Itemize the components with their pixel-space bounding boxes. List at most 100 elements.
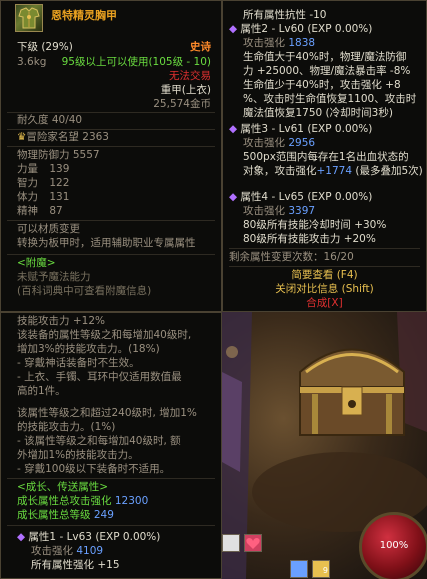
attr1-header-row: ◆ 属性1 - Lv63 (EXP 0.00%): [17, 531, 160, 544]
armor-icon: [15, 4, 43, 32]
stat-row: 精神 87: [17, 205, 63, 218]
item-durability: 耐久度 40/40: [17, 114, 83, 126]
attr3-atk-label: 攻击强化: [243, 137, 285, 149]
stat-label: 智力: [17, 177, 38, 189]
skill-slot-icon[interactable]: [290, 560, 308, 578]
attr3-desc-tail: (最多叠加5次): [355, 165, 423, 177]
attr1-atk: 攻击强化 4109: [31, 545, 103, 558]
item-tooltip-skill: 技能攻击力 +12% 该装备的属性等级之和每增加40级时, 增加3%的技能攻击力…: [0, 312, 222, 579]
divider: [7, 478, 215, 479]
stat-row: 体力 131: [17, 191, 69, 204]
divider: [7, 146, 215, 147]
stat-row: 智力 122: [17, 177, 69, 190]
attr3-header: 属性3 - Lv61 (EXP 0.00%): [240, 123, 373, 135]
item-armor-type: 重甲(上衣): [160, 84, 211, 96]
item-price: 25,574金币: [153, 98, 211, 110]
growth-atk-value: 12300: [114, 495, 149, 507]
attr3-atk: 攻击强化 2956: [243, 137, 315, 150]
material-change-line2: 转换为板甲时，适用辅助职业专属属性: [17, 237, 196, 249]
attr-gem-icon: ◆: [229, 23, 238, 35]
hp-percent: 100%: [379, 540, 409, 551]
game-scene: 9 100%: [222, 312, 427, 579]
skill-text-line: 该属性等级之和超过240级时, 增加1%: [17, 407, 197, 419]
fame-value: 2363: [82, 131, 109, 143]
item-trade: 无法交易: [169, 70, 211, 82]
attr4-header: 属性4 - Lv65 (EXP 0.00%): [240, 191, 373, 203]
attr1-atk-label: 攻击强化: [31, 545, 73, 557]
close-compare-link[interactable]: 关闭对比信息 (Shift): [223, 283, 426, 296]
divider: [229, 248, 420, 249]
adventure-fame: ♛冒险家名望 2363: [17, 131, 109, 144]
skill-text-line: 技能攻击力 +12%: [17, 315, 105, 327]
attr2-atk-label: 攻击强化: [243, 37, 285, 49]
attr2-desc-line: 魔法值恢复1750 (冷却时间3秒): [243, 107, 393, 119]
enchant-line2: (百科词典中可查看附魔信息): [17, 285, 152, 297]
attr4-line: 80级所有技能冷却时间 +30%: [243, 219, 387, 231]
item-tooltip-attributes: 所有属性抗性 -10 ◆ 属性2 - Lv60 (EXP 0.00%) 攻击强化…: [222, 0, 427, 312]
attr2-header-row: ◆ 属性2 - Lv60 (EXP 0.00%): [229, 23, 372, 36]
attr3-desc-line: 500px范围内每存在1名出血状态的: [243, 151, 409, 163]
resist-line: 所有属性抗性 -10: [243, 9, 327, 21]
heart-slot-icon[interactable]: [244, 534, 262, 552]
attr4-atk-value: 3397: [288, 205, 316, 217]
attr4-atk-label: 攻击强化: [243, 205, 285, 217]
enchant-line1: 未赋予魔法能力: [17, 271, 91, 283]
growth-atk: 成长属性总攻击强化 12300: [17, 495, 148, 508]
attr2-desc-line: 力 +25000、物理/魔法暴击率 -8%: [243, 65, 411, 77]
attr3-atk-value: 2956: [288, 137, 316, 149]
material-change-line1: 可以材质变更: [17, 223, 80, 235]
stat-value: 122: [49, 177, 70, 189]
remaining-changes: 剩余属性变更次数：16/20: [229, 251, 354, 263]
skill-text-line: 增加3%的技能攻击力。(18%): [17, 343, 160, 355]
stat-value: 5557: [72, 149, 100, 161]
skill-count: 9: [322, 566, 328, 575]
skill-text-line: - 上衣、手镯、耳环中仅适用数值最: [17, 371, 182, 383]
skill-text-line: - 该属性等级之和每增加40级时, 额: [17, 435, 181, 447]
item-tooltip-main: 恩特精灵胸甲 下级 (29%) 史诗 3.6kg 95级以上可以使用(105级 …: [0, 0, 222, 312]
attr3-header-row: ◆ 属性3 - Lv61 (EXP 0.00%): [229, 123, 372, 136]
synthesize-link[interactable]: 合成[X]: [223, 297, 426, 310]
fame-label: 冒险家名望: [26, 131, 79, 143]
stat-row: 物理防御力 5557: [17, 149, 100, 162]
growth-header: <成长、传送属性>: [17, 481, 109, 493]
attr-gem-icon: ◆: [17, 531, 26, 543]
item-weight: 3.6kg: [17, 56, 47, 68]
gem-slot-icon[interactable]: [222, 534, 240, 552]
skill-text-line: 高的1件。: [17, 385, 66, 397]
attr-gem-icon: ◆: [229, 191, 238, 203]
hp-orb: 100%: [359, 512, 427, 579]
attr1-line: 所有属性强化 +15: [31, 559, 120, 571]
attr3-desc-line2: 对象，攻击强化+1774 (最多叠加5次): [243, 165, 423, 178]
stat-label: 物理防御力: [17, 149, 70, 161]
growth-level-label: 成长属性总等级: [17, 509, 91, 521]
attr1-atk-value: 4109: [76, 545, 104, 557]
attr2-atk: 攻击强化 1838: [243, 37, 315, 50]
attr2-desc-line: 生命值大于40%时，物理/魔法防御: [243, 51, 407, 63]
growth-level-value: 249: [93, 509, 114, 521]
item-grade: 下级 (29%): [17, 41, 73, 53]
divider: [7, 525, 215, 526]
enchant-header: <附魔>: [17, 257, 56, 269]
stat-value: 131: [49, 191, 70, 203]
attr4-line: 80级所有技能攻击力 +20%: [243, 233, 376, 245]
skill-slot-icon[interactable]: 9: [312, 560, 330, 578]
stat-label: 力量: [17, 163, 38, 175]
attr3-desc-value: +1774: [316, 165, 353, 177]
attr2-atk-value: 1838: [288, 37, 316, 49]
stat-value: 87: [49, 205, 63, 217]
attr4-header-row: ◆ 属性4 - Lv65 (EXP 0.00%): [229, 191, 372, 204]
item-level-req: 95级以上可以使用(105级 - 10): [61, 56, 211, 68]
treasure-chest-icon[interactable]: [292, 332, 412, 442]
attr4-atk: 攻击强化 3397: [243, 205, 315, 218]
attr1-header: 属性1 - Lv63 (EXP 0.00%): [28, 531, 161, 543]
growth-level: 成长属性总等级 249: [17, 509, 114, 522]
divider: [229, 266, 420, 267]
item-name: 恩特精灵胸甲: [51, 9, 117, 22]
stat-label: 精神: [17, 205, 38, 217]
fame-icon: ♛: [17, 131, 27, 143]
stat-value: 139: [49, 163, 70, 175]
stat-label: 体力: [17, 191, 38, 203]
growth-atk-label: 成长属性总攻击强化: [17, 495, 112, 507]
skill-text-line: - 穿戴100级以下装备时不适用。: [17, 463, 171, 475]
brief-view-link[interactable]: 简要查看 (F4): [223, 269, 426, 282]
